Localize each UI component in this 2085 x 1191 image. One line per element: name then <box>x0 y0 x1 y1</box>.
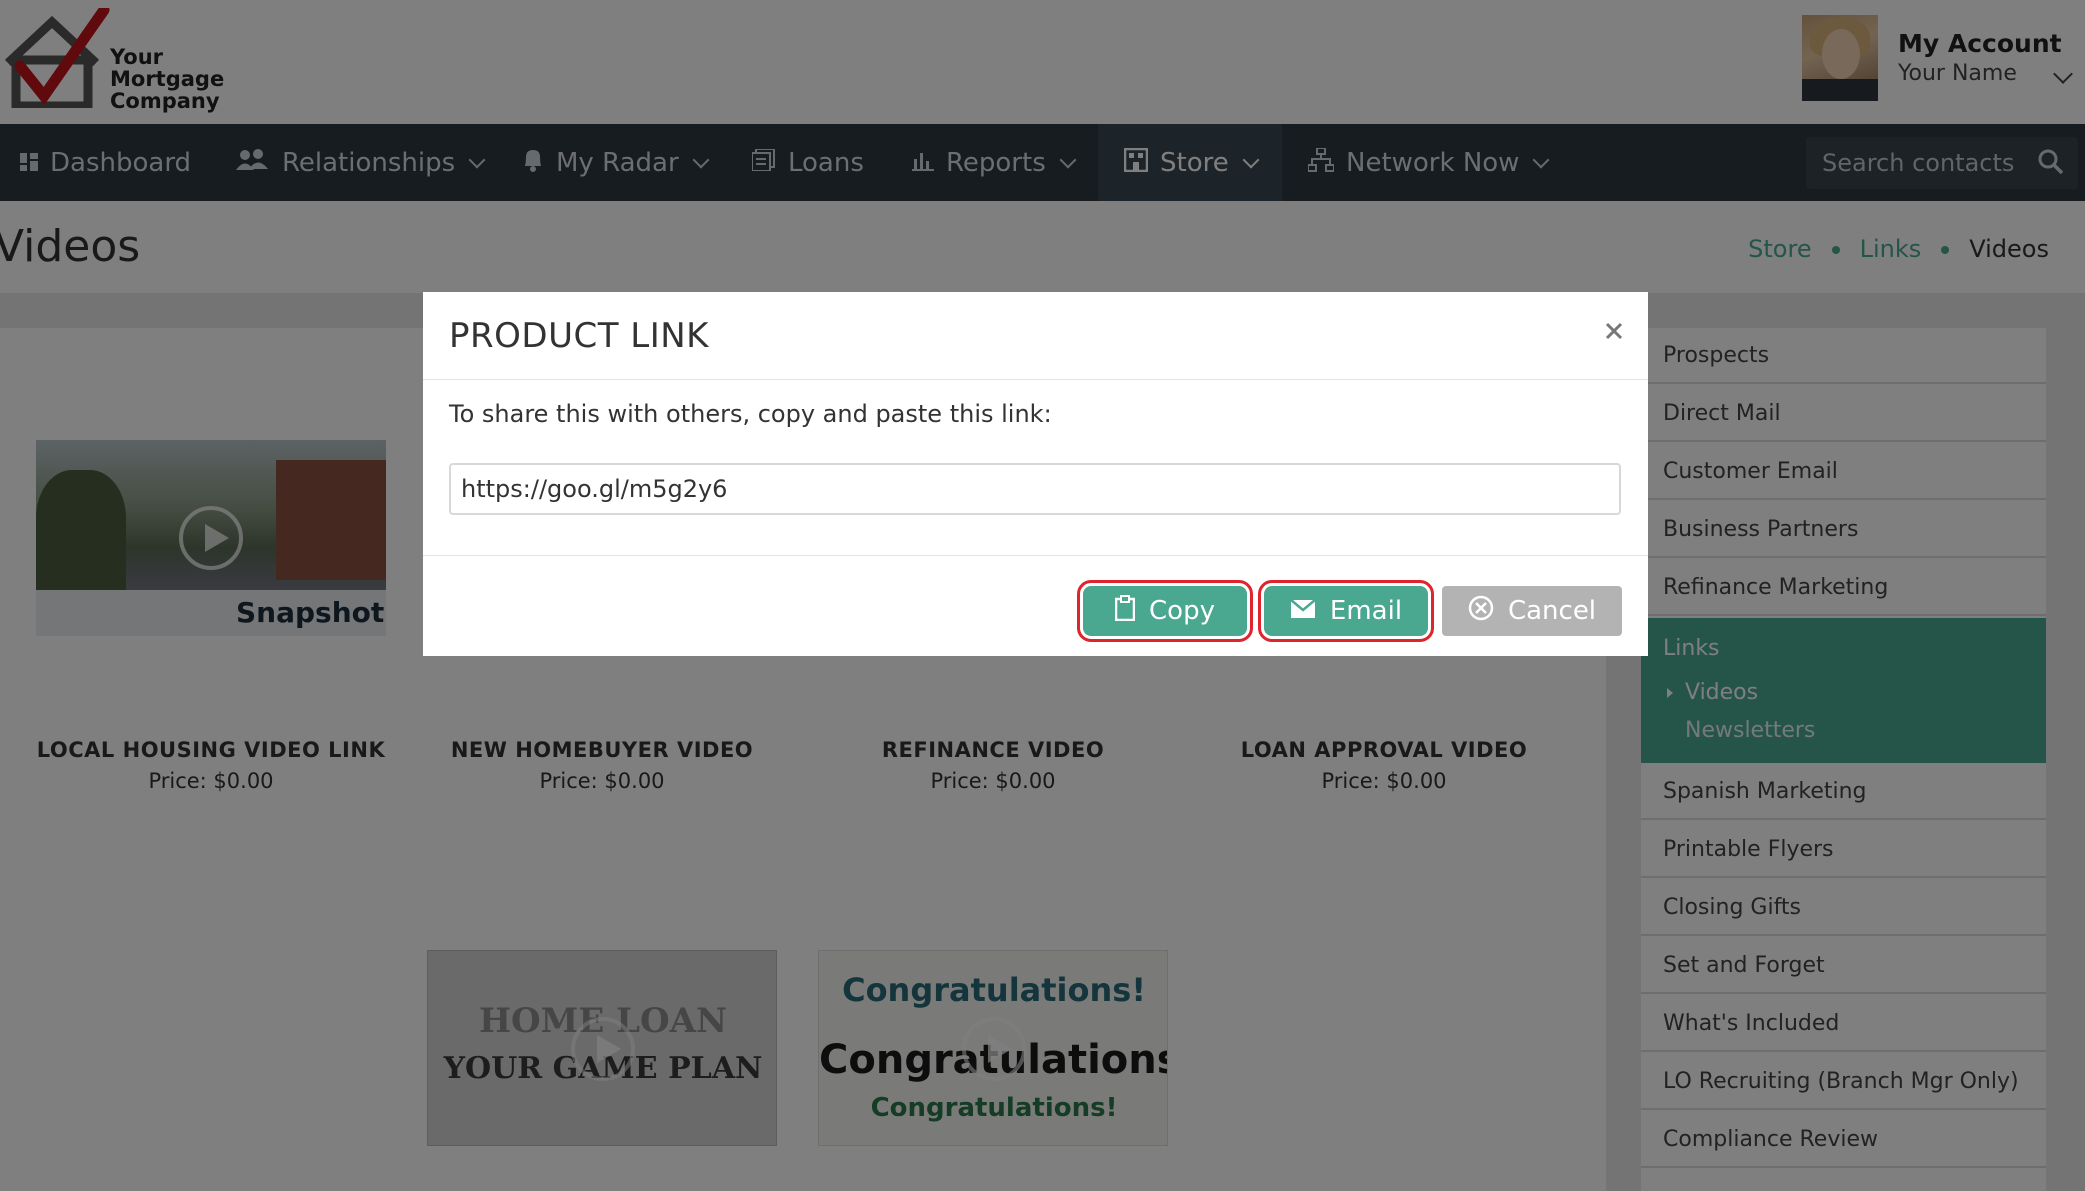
cancel-button-label: Cancel <box>1507 596 1597 626</box>
cancel-button[interactable]: Cancel <box>1442 586 1622 636</box>
close-icon[interactable] <box>1599 316 1629 346</box>
modal-title: PRODUCT LINK <box>449 316 709 356</box>
email-button-label: Email <box>1329 596 1403 626</box>
email-button[interactable]: Email <box>1258 580 1434 642</box>
copy-button-label: Copy <box>1149 596 1215 626</box>
modal-body: To share this with others, copy and past… <box>423 380 1648 556</box>
modal-header: PRODUCT LINK <box>423 292 1648 380</box>
clipboard-icon <box>1114 594 1136 628</box>
product-link-modal: PRODUCT LINK To share this with others, … <box>423 292 1648 656</box>
product-link-field[interactable] <box>449 463 1621 515</box>
cancel-circle-icon <box>1468 595 1494 628</box>
modal-instruction: To share this with others, copy and past… <box>449 400 1052 428</box>
envelope-icon <box>1290 596 1316 626</box>
copy-button[interactable]: Copy <box>1077 580 1253 642</box>
